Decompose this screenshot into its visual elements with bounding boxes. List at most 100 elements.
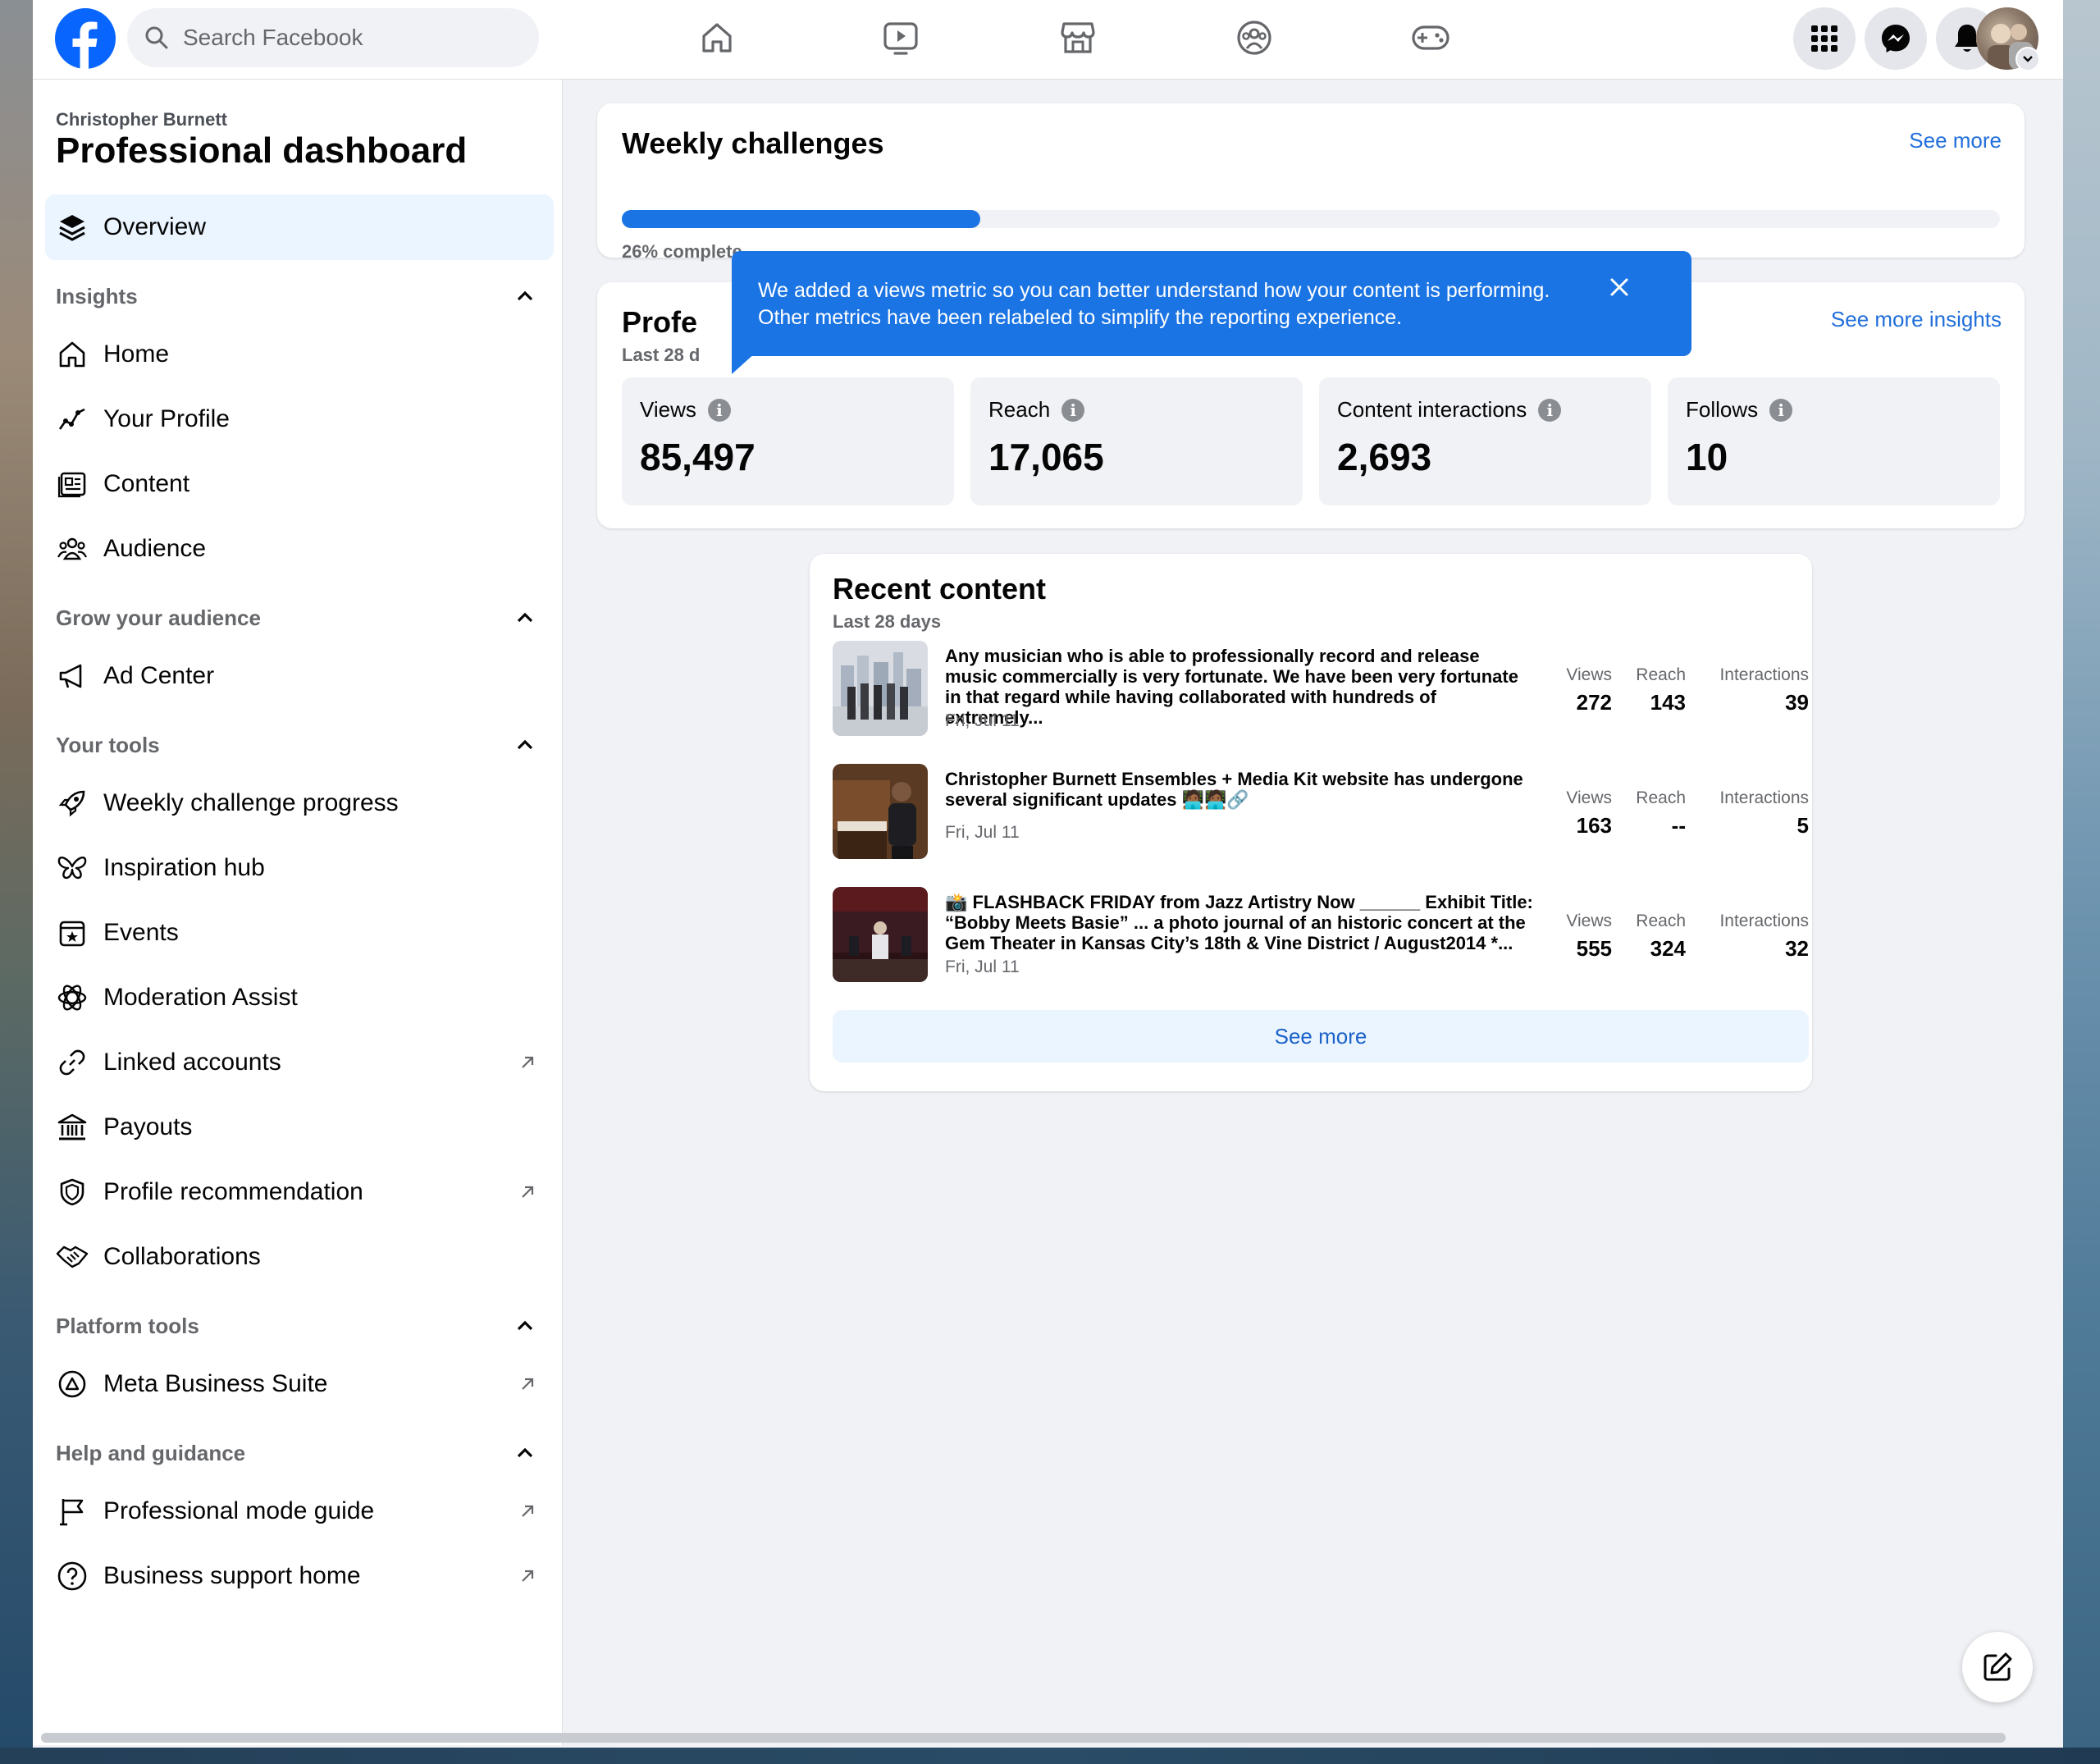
recent-see-more-button[interactable]: See more xyxy=(833,1010,1809,1063)
bank-icon xyxy=(56,1111,89,1144)
post-thumbnail[interactable] xyxy=(833,764,928,859)
post-views: Views 163 xyxy=(1546,788,1612,839)
sidebar-item-collaborations[interactable]: Collaborations xyxy=(45,1224,554,1290)
chevron-down-icon[interactable] xyxy=(2016,47,2040,71)
sidebar-item-label: Payouts xyxy=(103,1113,193,1140)
sidebar: Christopher Burnett Professional dashboa… xyxy=(33,80,563,1745)
messenger-icon[interactable] xyxy=(1865,7,1927,70)
metric-content-interactions[interactable]: Content interactions i 2,693 xyxy=(1319,377,1651,505)
search-bar[interactable] xyxy=(127,8,539,67)
sidebar-item-weekly-challenge-progress[interactable]: Weekly challenge progress xyxy=(45,770,554,836)
recent-content-subtitle: Last 28 days xyxy=(833,611,942,632)
sidebar-item-inspiration-hub[interactable]: Inspiration hub xyxy=(45,835,554,901)
sidebar-item-profile-recommendation[interactable]: Profile recommendation xyxy=(45,1159,554,1225)
video-icon[interactable] xyxy=(878,15,924,61)
sidebar-item-home[interactable]: Home xyxy=(45,322,554,387)
metric-label: Reach xyxy=(988,397,1051,422)
metric-reach[interactable]: Reach i 17,065 xyxy=(970,377,1303,505)
section-grow-your-audience[interactable]: Grow your audience xyxy=(56,601,548,634)
info-icon[interactable]: i xyxy=(1769,398,1793,422)
groups-icon[interactable] xyxy=(1231,15,1277,61)
see-more-insights-link[interactable]: See more insights xyxy=(1831,307,2002,332)
stat-label: Reach xyxy=(1636,665,1686,684)
facebook-logo-icon[interactable] xyxy=(55,8,116,69)
page-owner-name: Christopher Burnett xyxy=(56,109,227,130)
gaming-icon[interactable] xyxy=(1408,15,1454,61)
list-item[interactable]: 📸 FLASHBACK FRIDAY from Jazz Artistry No… xyxy=(833,887,1809,984)
sidebar-item-label: Content xyxy=(103,470,190,497)
weekly-see-more-link[interactable]: See more xyxy=(1909,128,2002,153)
chevron-up-icon[interactable] xyxy=(514,1314,536,1337)
link-icon xyxy=(56,1046,89,1079)
info-icon[interactable]: i xyxy=(1061,398,1085,422)
info-icon[interactable]: i xyxy=(1538,398,1562,422)
post-thumbnail[interactable] xyxy=(833,641,928,736)
sidebar-item-label: Overview xyxy=(103,213,207,240)
post-reach: Reach 324 xyxy=(1620,912,1686,962)
stat-value: 324 xyxy=(1650,936,1686,961)
stat-label: Views xyxy=(1566,788,1612,807)
stat-label: Interactions xyxy=(1719,788,1809,807)
post-date: Fri, Jul 11 xyxy=(945,711,1020,730)
search-input[interactable] xyxy=(181,24,513,52)
desktop-wallpaper-left xyxy=(0,0,33,1764)
edit-icon xyxy=(1984,1652,2012,1681)
stat-label: Interactions xyxy=(1719,912,1809,930)
sidebar-item-audience[interactable]: Audience xyxy=(45,516,554,582)
stat-value: 39 xyxy=(1785,690,1809,715)
sidebar-item-moderation-assist[interactable]: Moderation Assist xyxy=(45,965,554,1031)
browser-window: Christopher Burnett Professional dashboa… xyxy=(33,0,2063,1748)
horizontal-scrollbar[interactable] xyxy=(41,1733,2006,1743)
section-insights[interactable]: Insights xyxy=(56,280,548,313)
section-your-tools[interactable]: Your tools xyxy=(56,729,548,761)
list-item[interactable]: Any musician who is able to professional… xyxy=(833,641,1809,738)
sidebar-item-payouts[interactable]: Payouts xyxy=(45,1095,554,1160)
butterfly-icon xyxy=(56,852,89,884)
metric-label: Follows xyxy=(1686,397,1759,422)
sidebar-item-professional-mode-guide[interactable]: Professional mode guide xyxy=(45,1478,554,1544)
sidebar-item-label: Moderation Assist xyxy=(103,984,298,1011)
external-link-icon xyxy=(522,1505,534,1517)
section-label: Your tools xyxy=(56,732,160,757)
post-interactions: Interactions 32 xyxy=(1694,912,1809,962)
sidebar-item-meta-business-suite[interactable]: Meta Business Suite xyxy=(45,1351,554,1417)
metric-value: 85,497 xyxy=(640,436,756,478)
post-thumbnail[interactable] xyxy=(833,887,928,982)
sidebar-item-label: Events xyxy=(103,919,179,946)
chevron-up-icon[interactable] xyxy=(514,733,536,756)
sidebar-item-content[interactable]: Content xyxy=(45,451,554,517)
metric-follows[interactable]: Follows i 10 xyxy=(1668,377,2000,505)
post-date: Fri, Jul 11 xyxy=(945,823,1020,842)
people-icon xyxy=(56,532,89,565)
sidebar-item-linked-accounts[interactable]: Linked accounts xyxy=(45,1030,554,1095)
chevron-up-icon[interactable] xyxy=(514,606,536,629)
home-icon[interactable] xyxy=(694,15,740,61)
sidebar-item-overview[interactable]: Overview xyxy=(45,194,554,260)
sidebar-item-your-profile[interactable]: Your Profile xyxy=(45,386,554,452)
tooltip-text: We added a views metric so you can bette… xyxy=(758,279,1550,329)
external-link-icon xyxy=(522,1186,534,1198)
section-platform-tools[interactable]: Platform tools xyxy=(56,1309,548,1342)
flag-icon xyxy=(56,1495,89,1528)
sidebar-item-business-support-home[interactable]: Business support home xyxy=(45,1543,554,1609)
marketplace-icon[interactable] xyxy=(1055,15,1101,61)
post-reach: Reach 143 xyxy=(1620,665,1686,715)
compose-message-button[interactable] xyxy=(1962,1632,2033,1702)
insights-title: Profe xyxy=(622,305,698,339)
menu-icon[interactable] xyxy=(1793,7,1856,70)
chevron-up-icon[interactable] xyxy=(514,285,536,308)
trend-line-icon xyxy=(56,403,89,436)
sidebar-item-events[interactable]: Events xyxy=(45,900,554,966)
metric-value: 17,065 xyxy=(988,436,1104,478)
section-help-and-guidance[interactable]: Help and guidance xyxy=(56,1437,548,1469)
close-icon[interactable] xyxy=(1601,269,1637,305)
stat-value: 5 xyxy=(1796,813,1809,838)
info-icon[interactable]: i xyxy=(707,398,731,422)
calendar-star-icon xyxy=(56,916,89,949)
metric-views[interactable]: Views i 85,497 xyxy=(622,377,954,505)
external-link-icon xyxy=(522,1570,534,1582)
chevron-up-icon[interactable] xyxy=(514,1442,536,1465)
stat-label: Interactions xyxy=(1719,665,1809,684)
list-item[interactable]: Christopher Burnett Ensembles + Media Ki… xyxy=(833,764,1809,861)
sidebar-item-ad-center[interactable]: Ad Center xyxy=(45,643,554,709)
